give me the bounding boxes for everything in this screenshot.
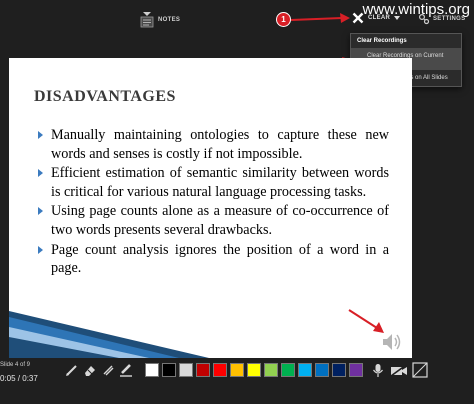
highlighter-icon bbox=[119, 364, 132, 377]
color-swatch-yellow[interactable] bbox=[247, 363, 261, 377]
callout-arrow-1 bbox=[290, 13, 350, 23]
bullet-arrow-icon bbox=[38, 245, 43, 254]
highlighter-tool[interactable] bbox=[118, 363, 133, 377]
bullet-text: Manually maintaining ontologies to captu… bbox=[51, 127, 389, 162]
callout-marker-1: 1 bbox=[276, 12, 291, 27]
color-swatch-light-blue[interactable] bbox=[298, 363, 312, 377]
color-swatch-dark-red[interactable] bbox=[196, 363, 210, 377]
color-swatch-blue[interactable] bbox=[315, 363, 329, 377]
color-swatch-black[interactable] bbox=[162, 363, 176, 377]
slide-counter: Slide 4 of 9 bbox=[0, 362, 31, 368]
bullet-arrow-icon bbox=[38, 131, 43, 139]
bullet-arrow-icon bbox=[38, 207, 43, 216]
camera-preview-icon[interactable] bbox=[412, 362, 428, 378]
color-swatch-green[interactable] bbox=[281, 363, 295, 377]
color-swatch-orange[interactable] bbox=[230, 363, 244, 377]
slide-title: DISADVANTAGES bbox=[34, 88, 176, 105]
microphone-icon[interactable] bbox=[372, 363, 384, 378]
bullet-item: Page count analysis ignores the position… bbox=[37, 241, 389, 278]
slide-canvas: DISADVANTAGES Manually maintaining ontol… bbox=[9, 58, 412, 358]
speaker-icon[interactable] bbox=[381, 332, 403, 352]
bullet-text: Efficient estimation of semantic similar… bbox=[51, 165, 389, 200]
color-swatch-light-green[interactable] bbox=[264, 363, 278, 377]
color-swatch-dark-blue[interactable] bbox=[332, 363, 346, 377]
bullet-item: Efficient estimation of semantic similar… bbox=[37, 164, 389, 201]
bullet-arrow-icon bbox=[38, 169, 43, 178]
pencil-icon bbox=[103, 365, 113, 376]
bullet-item: Manually maintaining ontologies to captu… bbox=[37, 126, 389, 163]
watermark: www.wintips.org bbox=[362, 1, 470, 18]
color-swatch-purple[interactable] bbox=[349, 363, 363, 377]
color-swatch-red[interactable] bbox=[213, 363, 227, 377]
camera-off-icon[interactable] bbox=[390, 365, 408, 377]
eraser-tool[interactable] bbox=[82, 363, 97, 377]
bullet-item: Using page counts alone as a measure of … bbox=[37, 202, 389, 239]
ink-tools bbox=[64, 363, 363, 377]
bottom-toolbar: Slide 4 of 9 0:05 / 0:37 bbox=[0, 358, 474, 404]
bullet-list: Manually maintaining ontologies to captu… bbox=[37, 126, 389, 279]
pen-tool[interactable] bbox=[64, 363, 79, 377]
menu-header: Clear Recordings bbox=[357, 38, 407, 44]
bullet-text: Using page counts alone as a measure of … bbox=[51, 203, 389, 238]
pen-icon bbox=[65, 365, 77, 376]
pencil-tool[interactable] bbox=[100, 363, 115, 377]
color-swatch-gray[interactable] bbox=[179, 363, 193, 377]
notes-button[interactable]: NOTES bbox=[140, 12, 180, 28]
notes-icon bbox=[140, 12, 154, 28]
color-swatch-white[interactable] bbox=[145, 363, 159, 377]
recording-time: 0:05 / 0:37 bbox=[0, 374, 38, 383]
slide-decoration bbox=[9, 311, 209, 358]
notes-label: NOTES bbox=[158, 17, 181, 23]
bullet-text: Page count analysis ignores the position… bbox=[51, 241, 389, 277]
eraser-icon bbox=[84, 366, 95, 376]
